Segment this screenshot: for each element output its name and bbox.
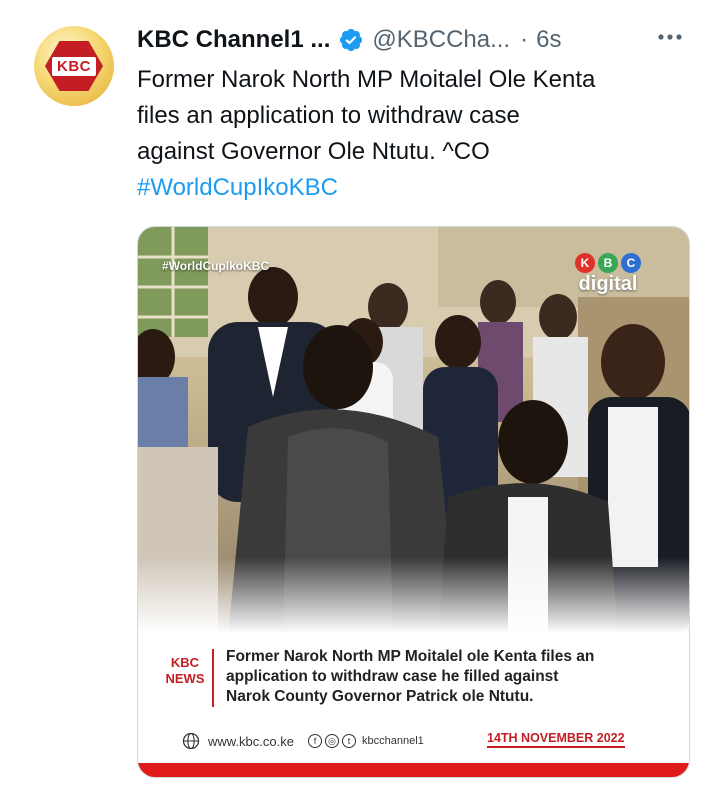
kbc-news-line1: KBC: [170, 655, 200, 670]
kbc-dot-k: K: [575, 253, 595, 273]
header-separator: ·: [520, 26, 529, 53]
news-caption-row: KBC NEWS Former Narok North MP Moitalel …: [160, 647, 680, 707]
verified-badge-icon[interactable]: [338, 27, 364, 53]
kbc-dot-b: B: [598, 253, 618, 273]
divider: [212, 649, 214, 707]
tweet-card[interactable]: KBC KBC Channel1 ... @KBCCha... · 6s For…: [0, 0, 720, 802]
website-text: www.kbc.co.ke: [208, 733, 294, 749]
tweet-header: KBC Channel1 ... @KBCCha... · 6s: [137, 24, 561, 56]
news-caption: Former Narok North MP Moitalel ole Kenta…: [226, 647, 686, 707]
photo-hashtag: #WorldCupIkoKBC: [162, 259, 270, 273]
kbc-news-line2: NEWS: [165, 671, 205, 686]
twitter-icon: t: [341, 734, 356, 748]
courtroom-photo: #WorldCupIkoKBC K B C digital: [138, 227, 689, 637]
avatar-logo-text: KBC: [52, 56, 96, 76]
tweet-text: Former Narok North MP Moitalel Ole Kenta…: [137, 62, 697, 206]
tweet-text-line: Former Narok North MP Moitalel Ole Kenta: [137, 66, 596, 93]
kbc-digital-logo: K B C digital: [563, 253, 653, 296]
facebook-icon: f: [307, 734, 322, 748]
more-dots-icon[interactable]: [655, 22, 685, 59]
tweet-timestamp[interactable]: 6s: [536, 26, 561, 54]
red-stripe: [138, 763, 689, 777]
caption-line: Former Narok North MP Moitalel ole Kenta…: [226, 648, 595, 665]
tweet-text-line: against Governor Ole Ntutu. ^CO: [137, 138, 490, 165]
kbc-logo-icon: KBC: [45, 41, 103, 91]
social-handle: kbcchannel1: [361, 735, 424, 747]
account-handle[interactable]: @KBCCha...: [372, 26, 510, 54]
kbc-dot-c: C: [621, 253, 641, 273]
photo-fade: [138, 557, 689, 637]
digital-word: digital: [578, 273, 638, 295]
instagram-icon: ◎: [324, 734, 339, 748]
kbc-dots: K B C: [563, 253, 653, 273]
tweet-media-image[interactable]: #WorldCupIkoKBC K B C digital KBC NEWS F…: [137, 226, 690, 778]
kbc-news-label: KBC NEWS: [160, 655, 210, 687]
globe-icon: [182, 732, 200, 750]
media-footer: www.kbc.co.ke f ◎ t kbcchannel1 14TH NOV…: [182, 729, 662, 753]
social-icons: f ◎ t: [307, 734, 356, 748]
tweet-text-line: files an application to withdraw case: [137, 102, 520, 129]
profile-avatar[interactable]: KBC: [34, 26, 114, 106]
display-name[interactable]: KBC Channel1 ...: [137, 26, 330, 54]
caption-line: application to withdraw case he filled a…: [226, 668, 559, 685]
date-label: 14TH NOVEMBER 2022: [487, 731, 625, 748]
caption-line: Narok County Governor Patrick ole Ntutu.: [226, 688, 534, 705]
hashtag-link[interactable]: #WorldCupIkoKBC: [137, 170, 697, 206]
